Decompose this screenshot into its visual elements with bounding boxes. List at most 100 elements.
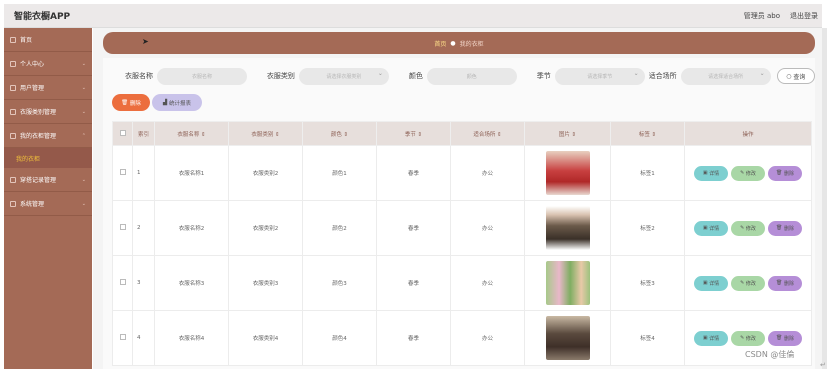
breadcrumb-home[interactable]: 首页 [434, 39, 446, 48]
top-bar: 智能衣橱APP 管理员 abo 退出登录 [4, 4, 822, 28]
season-select[interactable]: 请选择季节 [554, 67, 645, 85]
trash-icon: 🗑 [776, 335, 784, 341]
delete-button[interactable]: 🗑 删除 [768, 330, 802, 346]
edit-button[interactable]: ✎ 修改 [731, 275, 765, 291]
bulk-delete-button[interactable]: 🗑 删除 [112, 94, 150, 111]
top-right: 管理员 abo 退出登录 [744, 11, 818, 21]
col-occasion[interactable]: 适合场所 ⇕ [450, 121, 525, 146]
cell-type: 衣服类别3 [228, 255, 303, 311]
admin-user: 管理员 abo [743, 12, 780, 20]
row-checkbox[interactable] [112, 200, 133, 256]
row-checkbox[interactable] [112, 145, 133, 201]
cell-index: 3 [132, 255, 155, 311]
col-image[interactable]: 图片 ⇕ [524, 121, 611, 146]
cell-type: 衣服类别2 [228, 200, 303, 256]
sidebar-item-wardrobe[interactable]: 我的衣柜管理 ⌃ [4, 124, 92, 148]
table-row: 4 衣服名称4 衣服类别4 颜色4 春季 办公 标签4 ▣ 详情 ✎ 修改 🗑 … [112, 310, 812, 366]
col-tag[interactable]: 标签 ⇕ [610, 121, 685, 146]
cell-color: 颜色3 [302, 255, 377, 311]
edit-button[interactable]: ✎ 修改 [731, 330, 765, 346]
cell-occasion: 办公 [450, 310, 525, 366]
cell-occasion: 办公 [450, 200, 525, 256]
clothing-photo [545, 261, 590, 305]
occasion-select[interactable]: 请选择适合场所 [680, 67, 771, 85]
detail-button[interactable]: ▣ 详情 [694, 220, 728, 236]
cell-image [524, 200, 611, 256]
trash-icon: 🗑 [776, 170, 784, 176]
type-select[interactable]: 请选择衣服类别 [298, 67, 389, 85]
search-bar: 衣服名称 衣服名称 衣服类别 请选择衣服类别 颜色 颜色 季节 请选择季节 适合… [103, 66, 815, 86]
wardrobe-icon [10, 132, 16, 139]
edit-button[interactable]: ✎ 修改 [731, 220, 765, 236]
cell-image [524, 310, 611, 366]
chevron-down-icon: ⌄ [81, 85, 86, 91]
chevron-down-icon: ⌄ [81, 177, 86, 183]
sidebar-item-outfits[interactable]: 穿搭记录管理 ⌄ [4, 168, 92, 192]
vertical-scrollbar[interactable] [822, 28, 827, 369]
color-input[interactable]: 颜色 [426, 67, 517, 85]
color-label: 颜色 [408, 72, 423, 80]
chevron-down-icon: ⌄ [81, 201, 86, 207]
sidebar-item-profile[interactable]: 个人中心 ⌄ [4, 52, 92, 76]
cell-season: 春季 [376, 255, 451, 311]
col-type[interactable]: 衣服类别 ⇕ [228, 121, 303, 146]
app-title: 智能衣橱APP [14, 12, 71, 22]
stats-report-button[interactable]: ▟ 统计报表 [152, 94, 202, 111]
col-name[interactable]: 衣服名称 ⇕ [154, 121, 229, 146]
cell-season: 春季 [376, 200, 451, 256]
cell-index: 1 [132, 145, 155, 201]
sidebar-item-users[interactable]: 用户管理 ⌄ [4, 76, 92, 100]
cell-color: 颜色1 [302, 145, 377, 201]
sidebar-subitem-my-wardrobe[interactable]: 我的衣柜 [4, 148, 92, 168]
col-index[interactable]: 索引 [132, 121, 155, 146]
wardrobe-table: 索引 衣服名称 ⇕ 衣服类别 ⇕ 颜色 ⇕ 季节 ⇕ 适合场所 ⇕ 图片 ⇕ 标… [112, 121, 812, 366]
cell-actions: ▣ 详情 ✎ 修改 🗑 删除 [684, 145, 812, 201]
chevron-up-icon: ⌃ [81, 133, 86, 139]
occasion-label: 适合场所 [648, 72, 677, 80]
table-row: 2 衣服名称2 衣服类别2 颜色2 春季 办公 标签2 ▣ 详情 ✎ 修改 🗑 … [112, 200, 812, 256]
delete-button[interactable]: 🗑 删除 [768, 220, 802, 236]
detail-button[interactable]: ▣ 详情 [694, 165, 728, 181]
cell-occasion: 办公 [450, 145, 525, 201]
action-row: 🗑 删除 ▟ 统计报表 [112, 94, 202, 111]
col-color[interactable]: 颜色 ⇕ [302, 121, 377, 146]
trash-icon: 🗑 [776, 225, 784, 231]
detail-button[interactable]: ▣ 详情 [694, 330, 728, 346]
search-button[interactable]: ○ 查询 [776, 68, 815, 84]
cell-image [524, 145, 611, 201]
row-checkbox[interactable] [112, 255, 133, 311]
col-season[interactable]: 季节 ⇕ [376, 121, 451, 146]
logout-link[interactable]: 退出登录 [790, 11, 818, 21]
cell-index: 2 [132, 200, 155, 256]
clothing-photo [545, 316, 590, 360]
chevron-down-icon: ⌄ [81, 61, 86, 67]
col-actions: 操作 [684, 121, 812, 146]
search-icon: ○ [786, 72, 794, 80]
edit-button[interactable]: ✎ 修改 [731, 165, 765, 181]
table-row: 3 衣服名称3 衣服类别3 颜色3 春季 办公 标签3 ▣ 详情 ✎ 修改 🗑 … [112, 255, 812, 311]
clothing-photo [545, 151, 590, 195]
cell-occasion: 办公 [450, 255, 525, 311]
delete-button[interactable]: 🗑 删除 [768, 275, 802, 291]
detail-button[interactable]: ▣ 详情 [694, 275, 728, 291]
cell-season: 春季 [376, 145, 451, 201]
sidebar: 首页 个人中心 ⌄ 用户管理 ⌄ 衣服类别管理 ⌄ 我的衣柜管理 ⌃ 我的衣柜 穿搭记录… [4, 28, 92, 369]
cell-tag: 标签2 [610, 200, 685, 256]
sidebar-item-system[interactable]: 系统管理 ⌄ [4, 192, 92, 216]
trash-icon: 🗑 [121, 99, 130, 106]
name-label: 衣服名称 [125, 72, 153, 80]
name-input[interactable]: 衣服名称 [157, 67, 247, 85]
sidebar-item-categories[interactable]: 衣服类别管理 ⌄ [4, 100, 92, 124]
table-row: 1 衣服名称1 衣服类别2 颜色1 春季 办公 标签1 ▣ 详情 ✎ 修改 🗑 … [112, 145, 812, 201]
sidebar-item-home[interactable]: 首页 [4, 28, 92, 52]
type-label: 衣服类别 [266, 72, 295, 80]
cell-color: 颜色4 [302, 310, 377, 366]
trash-icon: 🗑 [776, 280, 784, 286]
home-icon [10, 36, 16, 43]
cell-image [524, 255, 611, 311]
delete-button[interactable]: 🗑 删除 [768, 165, 802, 181]
row-checkbox[interactable] [112, 310, 133, 366]
cell-name: 衣服名称2 [154, 200, 229, 256]
cell-type: 衣服类别2 [228, 145, 303, 201]
select-all-checkbox[interactable] [112, 121, 133, 146]
